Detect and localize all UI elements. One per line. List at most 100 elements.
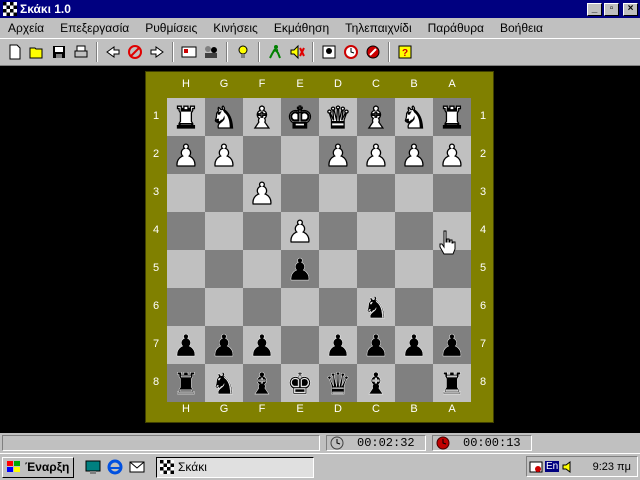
square-c3[interactable]	[357, 174, 395, 212]
square-d6[interactable]	[319, 288, 357, 326]
chess-board[interactable]: ♜ ♞ ♝ ♚ ♛ ♝ ♞ ♜ ♟ ♟ ♟ ♟ ♟ ♟ ♟ ♟ ♟ ♞ ♟ ♟ ♟ ♟ ♟ ♟ ♟ ♜ ♞ ♝ ♚ ♛ ♝ ♜	[167, 98, 471, 402]
square-c1[interactable]: ♝	[357, 98, 395, 136]
menu-edit[interactable]: Επεξεργασία	[52, 21, 137, 35]
new-button[interactable]	[4, 41, 26, 63]
take-back-button[interactable]	[102, 41, 124, 63]
taskbar-chess-button[interactable]: Σκάκι	[156, 456, 314, 478]
volume-icon[interactable]	[561, 460, 575, 474]
save-button[interactable]	[48, 41, 70, 63]
square-b8[interactable]	[395, 364, 433, 402]
menu-network-game[interactable]: Τηλεπαιχνίδι	[337, 21, 420, 35]
square-f4[interactable]	[243, 212, 281, 250]
restore-button[interactable]: ▫	[604, 2, 619, 16]
square-g8[interactable]: ♞	[205, 364, 243, 402]
square-b7[interactable]: ♟	[395, 326, 433, 364]
white-knight-icon[interactable]: ♞	[399, 102, 429, 132]
black-pawn-icon[interactable]: ♟	[209, 330, 239, 360]
square-f5[interactable]	[243, 250, 281, 288]
menu-files[interactable]: Αρχεία	[0, 21, 52, 35]
square-h3[interactable]	[167, 174, 205, 212]
square-b1[interactable]: ♞	[395, 98, 433, 136]
scheduler-icon[interactable]	[529, 460, 543, 474]
square-f6[interactable]	[243, 288, 281, 326]
black-knight-icon[interactable]: ♞	[209, 368, 239, 398]
run-button[interactable]	[264, 41, 286, 63]
square-h1[interactable]: ♜	[167, 98, 205, 136]
white-king-icon[interactable]: ♚	[285, 102, 315, 132]
square-h4[interactable]	[167, 212, 205, 250]
black-pawn-icon[interactable]: ♟	[399, 330, 429, 360]
square-a6[interactable]	[433, 288, 471, 326]
square-h2[interactable]: ♟	[167, 136, 205, 174]
white-rook-icon[interactable]: ♜	[171, 102, 201, 132]
internet-explorer-icon[interactable]	[106, 458, 124, 476]
stop-button[interactable]	[124, 41, 146, 63]
square-b4[interactable]	[395, 212, 433, 250]
black-bishop-icon[interactable]: ♝	[361, 368, 391, 398]
square-f3[interactable]: ♟	[243, 174, 281, 212]
board-setup-button[interactable]	[178, 41, 200, 63]
white-pawn-icon[interactable]: ♟	[399, 140, 429, 170]
white-bishop-icon[interactable]: ♝	[361, 102, 391, 132]
square-a7[interactable]: ♟	[433, 326, 471, 364]
white-pawn-icon[interactable]: ♟	[247, 178, 277, 208]
square-f1[interactable]: ♝	[243, 98, 281, 136]
menu-tutorial[interactable]: Εκμάθηση	[266, 21, 337, 35]
sound-button[interactable]	[286, 41, 308, 63]
square-d5[interactable]	[319, 250, 357, 288]
square-d2[interactable]: ♟	[319, 136, 357, 174]
square-e1[interactable]: ♚	[281, 98, 319, 136]
square-e6[interactable]	[281, 288, 319, 326]
square-g2[interactable]: ♟	[205, 136, 243, 174]
square-b6[interactable]	[395, 288, 433, 326]
white-pawn-icon[interactable]: ♟	[361, 140, 391, 170]
square-c4[interactable]	[357, 212, 395, 250]
square-f7[interactable]: ♟	[243, 326, 281, 364]
help-button[interactable]: ?	[394, 41, 416, 63]
square-b5[interactable]	[395, 250, 433, 288]
square-d1[interactable]: ♛	[319, 98, 357, 136]
forward-move-button[interactable]	[146, 41, 168, 63]
square-d4[interactable]	[319, 212, 357, 250]
start-button[interactable]: Έναρξη	[2, 456, 74, 478]
square-f2[interactable]	[243, 136, 281, 174]
black-pawn-icon[interactable]: ♟	[171, 330, 201, 360]
pieces-setup-button[interactable]	[318, 41, 340, 63]
square-e8[interactable]: ♚	[281, 364, 319, 402]
black-king-icon[interactable]: ♚	[285, 368, 315, 398]
outlook-express-icon[interactable]	[128, 458, 146, 476]
square-g1[interactable]: ♞	[205, 98, 243, 136]
square-e3[interactable]	[281, 174, 319, 212]
square-g6[interactable]	[205, 288, 243, 326]
white-knight-icon[interactable]: ♞	[209, 102, 239, 132]
square-c7[interactable]: ♟	[357, 326, 395, 364]
desktop-icon[interactable]	[84, 458, 102, 476]
white-pawn-icon[interactable]: ♟	[323, 140, 353, 170]
square-a8[interactable]: ♜	[433, 364, 471, 402]
menu-settings[interactable]: Ρυθμίσεις	[137, 21, 205, 35]
square-f8[interactable]: ♝	[243, 364, 281, 402]
black-pawn-icon[interactable]: ♟	[247, 330, 277, 360]
square-c8[interactable]: ♝	[357, 364, 395, 402]
black-knight-icon[interactable]: ♞	[361, 292, 391, 322]
clock-button[interactable]	[340, 41, 362, 63]
clock-stop-button[interactable]	[362, 41, 384, 63]
square-c2[interactable]: ♟	[357, 136, 395, 174]
white-pawn-icon[interactable]: ♟	[437, 140, 467, 170]
black-pawn-icon[interactable]: ♟	[323, 330, 353, 360]
square-h5[interactable]	[167, 250, 205, 288]
square-a3[interactable]	[433, 174, 471, 212]
close-button[interactable]: ×	[623, 2, 638, 16]
square-d7[interactable]: ♟	[319, 326, 357, 364]
square-a2[interactable]: ♟	[433, 136, 471, 174]
black-queen-icon[interactable]: ♛	[323, 368, 353, 398]
menu-windows[interactable]: Παράθυρα	[420, 21, 492, 35]
print-button[interactable]	[70, 41, 92, 63]
square-b3[interactable]	[395, 174, 433, 212]
square-e4[interactable]: ♟	[281, 212, 319, 250]
open-button[interactable]	[26, 41, 48, 63]
square-d3[interactable]	[319, 174, 357, 212]
menu-help[interactable]: Βοήθεια	[492, 21, 551, 35]
square-b2[interactable]: ♟	[395, 136, 433, 174]
language-indicator[interactable]: En	[545, 461, 560, 472]
